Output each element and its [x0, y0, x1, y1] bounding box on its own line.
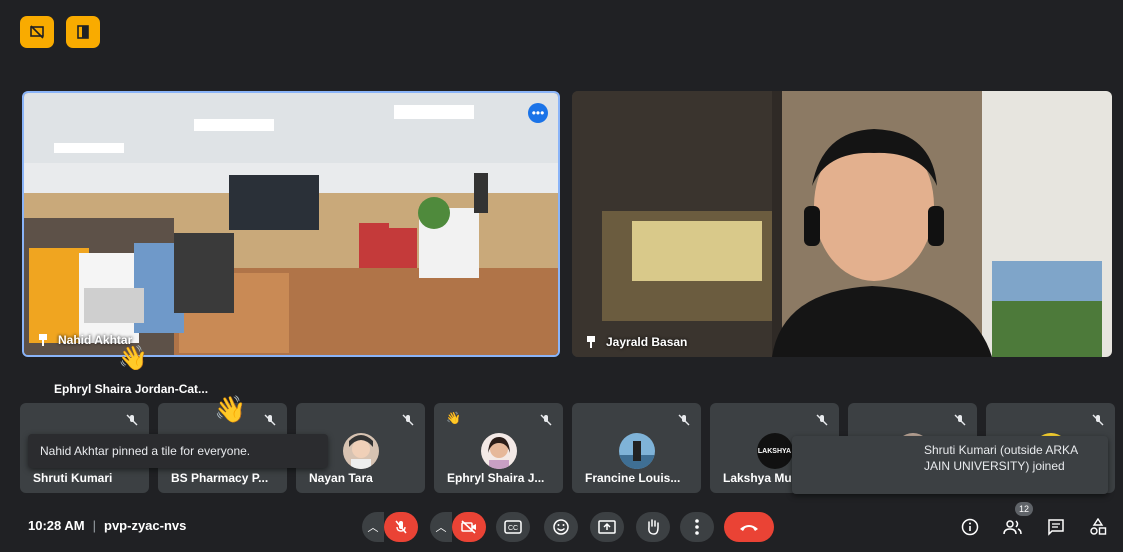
camera-off-icon: [461, 520, 476, 534]
toast-text: Nahid Akhtar pinned a tile for everyone.: [40, 444, 251, 458]
activities-button[interactable]: [1086, 515, 1110, 539]
toast-joined: Shruti Kumari (outside ARKA JAIN UNIVERS…: [792, 436, 1108, 494]
chevron-up-icon: ︿: [367, 522, 379, 534]
closed-captions-icon: CC: [504, 520, 522, 534]
participant-video: [572, 91, 1112, 357]
chat-button[interactable]: [1044, 515, 1068, 539]
meeting-time: 10:28 AM: [28, 518, 85, 533]
door-icon: [77, 25, 89, 39]
svg-text:CC: CC: [508, 525, 518, 532]
mic-off-icon: [264, 414, 276, 426]
more-vert-icon: [695, 519, 699, 535]
participant-name: Lakshya Mu: [723, 471, 792, 485]
meeting-details: 10:28 AM | pvp-zyac-nvs: [28, 518, 186, 533]
leave-call-button[interactable]: [724, 512, 774, 542]
chevron-up-icon: ︿: [435, 522, 447, 534]
mic-off-icon: [402, 414, 414, 426]
people-icon: [1003, 520, 1022, 535]
participant-name: Francine Louis...: [585, 471, 681, 485]
captions-button[interactable]: CC: [496, 512, 530, 542]
more-options-button[interactable]: [680, 512, 714, 542]
more-options-icon[interactable]: •••: [528, 103, 548, 123]
camera-toggle-button[interactable]: [452, 512, 486, 542]
participant-name: Nayan Tara: [309, 471, 373, 485]
raised-hand-icon: 👋: [214, 394, 247, 424]
participant-name: BS Pharmacy P...: [171, 471, 269, 485]
avatar-logo-text: LAKSHYA: [757, 447, 792, 455]
avatar: [618, 433, 655, 469]
hand-icon: 👋: [446, 411, 461, 425]
present-icon: [598, 520, 616, 534]
mic-off-icon: [816, 414, 828, 426]
microphone-toggle-button[interactable]: [384, 512, 418, 542]
participant-name: Ephryl Shaira J...: [447, 471, 545, 485]
phone-hangup-icon: [740, 525, 758, 531]
video-tile-nahid-akhtar[interactable]: ••• Nahid Akhtar: [22, 91, 560, 357]
raise-hand-button[interactable]: [636, 512, 670, 542]
mic-off-icon: [395, 520, 407, 534]
participant-count-badge: 12: [1015, 502, 1033, 516]
avatar: LAKSHYA: [756, 433, 793, 469]
hide-self-view-button[interactable]: [20, 16, 54, 48]
video-settings-button[interactable]: ︿: [430, 512, 452, 542]
avatar: [342, 433, 379, 469]
present-screen-button[interactable]: [590, 512, 624, 542]
hand-icon: [648, 519, 659, 535]
toast-pinned: Nahid Akhtar pinned a tile for everyone.: [28, 434, 328, 468]
participant-tile-ephryl-shaira[interactable]: 👋 Ephryl Shaira J...: [434, 403, 563, 493]
mic-off-icon: [126, 414, 138, 426]
mic-off-icon: [954, 414, 966, 426]
emoji-icon: [553, 519, 569, 535]
meeting-details-button[interactable]: [958, 515, 982, 539]
toast-text: Shruti Kumari (outside ARKA JAIN UNIVERS…: [924, 443, 1078, 473]
monitor-off-icon: [30, 25, 44, 39]
exit-button[interactable]: [66, 16, 100, 48]
meeting-code: pvp-zyac-nvs: [104, 518, 187, 533]
tile-name-tag: Jayrald Basan: [584, 335, 687, 349]
raised-hand-name: Ephryl Shaira Jordan-Cat...: [54, 382, 209, 396]
conference-hall-video: [24, 93, 558, 355]
info-icon: [961, 518, 979, 536]
separator: |: [92, 518, 96, 533]
pin-icon: [39, 334, 47, 346]
avatar: [480, 433, 517, 469]
people-button[interactable]: [1000, 515, 1024, 539]
participant-name: Shruti Kumari: [33, 471, 113, 485]
reactions-button[interactable]: [544, 512, 578, 542]
video-tile-jayrald-basan[interactable]: Jayrald Basan: [572, 91, 1112, 357]
participant-tile-francine-louis[interactable]: Francine Louis...: [572, 403, 701, 493]
mic-off-icon: [1092, 414, 1104, 426]
mic-off-icon: [540, 414, 552, 426]
mic-off-icon: [678, 414, 690, 426]
tile-name: Jayrald Basan: [606, 335, 688, 349]
pin-icon: [587, 336, 595, 348]
chat-icon: [1048, 519, 1064, 536]
raised-hand-icon: 👋: [118, 345, 148, 372]
shapes-icon: [1090, 518, 1107, 535]
audio-settings-button[interactable]: ︿: [362, 512, 384, 542]
